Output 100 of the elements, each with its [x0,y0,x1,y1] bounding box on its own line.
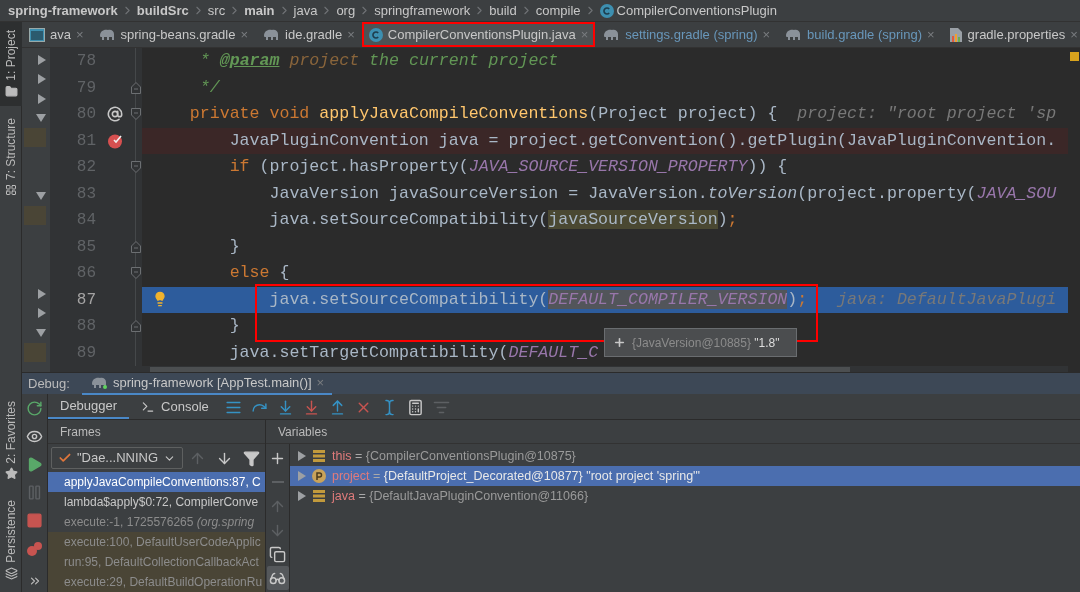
fold-marker-icon[interactable] [131,267,141,280]
debug-tab[interactable]: Console [129,394,221,419]
code-line: } [228,235,240,258]
field-icon [312,449,326,463]
tool-window-tab[interactable]: 1: Project [0,22,22,106]
breadcrumb-item[interactable]: buildSrc [136,0,189,21]
copy-icon [269,545,286,563]
fold-marker-icon[interactable] [131,81,141,94]
stack-frame[interactable]: execute:29, DefaultBuildOperationRu [48,572,265,592]
collapsed-arrow-icon[interactable] [38,308,46,319]
folder-icon [4,84,18,98]
fold-marker-icon[interactable] [131,320,141,332]
persistence-icon [4,567,18,580]
editor-tab[interactable]: build.gradle (spring) × [777,22,942,47]
breadcrumb-item[interactable]: src [207,0,226,21]
warning-icon[interactable] [1069,52,1079,61]
fold-marker-icon[interactable] [131,161,141,174]
code-line: } [228,315,240,337]
editor-tab[interactable]: settings.gradle (spring) × [595,22,778,47]
code-line: JavaPluginConvention java = project.getConvention().getPlugin(JavaPluginConvention. [228,129,1057,152]
rerun-icon [26,399,43,417]
elephant-icon [262,28,281,41]
expand-icon[interactable] [613,336,626,349]
tool-window-tab[interactable]: Persistence [0,492,22,588]
session-tab[interactable]: spring-framework [AppTest.main()] × [81,372,333,395]
expanded-arrow-icon[interactable] [36,192,46,201]
pause-icon [26,483,43,501]
code-line: * @param project the current project [198,50,559,72]
code-line: if (project.hasProperty(JAVA_SOURCE_VERSION_PROPERTY)) { [228,156,788,178]
editor-tab[interactable]: ava × [22,22,91,47]
editor-tab[interactable]: ide.gradle × [255,22,362,47]
horizontal-scrollbar[interactable] [150,366,850,372]
tooltip-value: {JavaVersion@10885} "1.8" [632,334,780,352]
editor-tab[interactable]: gradle.properties × [941,22,1080,47]
lightbulb-icon[interactable] [152,290,168,307]
calculator-icon [407,398,425,416]
variable-row[interactable]: java = {DefaultJavaPluginConvention@11066} [290,486,1080,506]
variable-text: java = {DefaultJavaPluginConvention@11066} [332,487,589,505]
elephant-icon [97,28,116,41]
code-line: java.setSourceCompatibility(DEFAULT_COMPILER_VERSION); java: DefaultJavaPlugi [268,288,1057,311]
editor-tab[interactable]: spring-beans.gradle × [90,22,256,47]
code-line: JavaVersion javaSourceVersion = JavaVersion.toVersion(project.property(JAVA_SOU [268,182,1057,205]
stack-frame[interactable]: execute:-1, 1725576265 (org.spring [48,512,265,532]
variable-text: project = {DefaultProject_Decorated@10877} "root project 'spring'" [332,467,700,485]
class-icon [368,27,383,42]
field-icon [312,489,326,503]
expanded-arrow-icon[interactable] [36,328,46,337]
collapsed-arrow-icon[interactable] [38,74,46,85]
minus-icon [271,481,284,483]
elephant-icon [89,376,108,389]
breadcrumb-item[interactable]: CompilerConventionsPlugin [616,0,777,21]
breadcrumb-item[interactable]: build [489,0,517,21]
elephant-icon [602,28,621,41]
breakpoint-icon[interactable] [107,132,123,149]
variables-title: Variables [278,423,328,441]
debug-title: Debug: [28,374,70,393]
filter-icon [243,449,260,467]
elephant-icon [784,28,803,41]
fold-marker-icon[interactable] [131,240,141,253]
tool-window-tab[interactable]: 2: Favorites [0,392,22,489]
check-icon [58,451,72,465]
thread-dropdown[interactable]: "Dae...NNING [51,447,183,469]
parameter-icon [312,469,326,483]
stop-icon [26,511,43,529]
stack-frame[interactable]: run:95, DefaultCollectionCallbackAct [48,552,265,572]
collapsed-arrow-icon[interactable] [38,288,46,299]
file-icon [29,27,45,42]
structure-icon [5,183,17,196]
code-line: java.setSourceCompatibility(javaSourceVersion); [268,209,738,231]
code-line: java.setTargetCompatibility(DEFAULT_C [228,341,599,364]
variable-row[interactable]: project = {DefaultProject_Decorated@10877} "root project 'spring'" [290,466,1080,486]
fold-marker-icon[interactable] [131,108,141,121]
stack-frame[interactable]: lambda$apply$0:72, CompilerConve [48,492,265,512]
console-icon [141,399,156,414]
breadcrumb-item[interactable]: spring-framework [8,0,118,21]
code-line: private void applyJavaCompileConventions(Project project) { project: "root project 'sp [188,103,1057,125]
code-line: */ [198,76,220,99]
class-icon [599,3,614,18]
breadcrumb-item[interactable]: org [336,0,356,21]
watches-toggle-button[interactable] [266,566,289,590]
code-line: else { [228,262,290,284]
collapsed-arrow-icon[interactable] [38,54,46,65]
frames-title: Frames [60,423,101,441]
stack-frame[interactable]: applyJavaCompileConventions:87, C [48,472,265,492]
breadcrumb-item[interactable]: compile [535,0,581,21]
variable-row[interactable]: this = {CompilerConventionsPlugin@10875} [290,446,1080,466]
breadcrumb-item[interactable]: java [293,0,318,21]
stack-frame[interactable]: execute:100, DefaultUserCodeApplic [48,532,265,552]
breadcrumb-item[interactable]: main [244,0,275,21]
properties-file-icon [948,26,963,43]
editor-tab[interactable]: CompilerConventionsPlugin.java × [361,22,596,47]
breadcrumb-item[interactable]: springframework [374,0,471,21]
breakpoints-icon [26,539,43,557]
collapsed-arrow-icon[interactable] [38,93,46,104]
resume-icon [26,455,43,473]
star-icon [4,467,18,481]
variable-text: this = {CompilerConventionsPlugin@10875} [332,447,576,465]
tool-window-tab[interactable]: 7: Structure [0,109,22,204]
expanded-arrow-icon[interactable] [36,114,46,123]
debug-tab[interactable]: Debugger [48,394,130,419]
